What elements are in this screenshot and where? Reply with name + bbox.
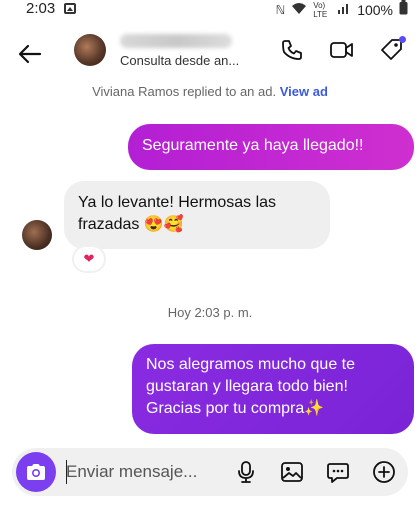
status-bar: 2:03 ℕ Vo) LTE 100% xyxy=(0,0,420,20)
contact-name-redacted[interactable] xyxy=(120,34,232,48)
voice-message-button[interactable] xyxy=(232,458,260,486)
battery-percent: 100% xyxy=(357,1,393,18)
message-input[interactable]: Enviar mensaje... xyxy=(66,462,197,482)
ad-reply-text: Viviana Ramos replied to an ad. xyxy=(92,84,277,99)
view-ad-link[interactable]: View ad xyxy=(280,84,328,99)
chat-header: Consulta desde an... xyxy=(0,26,420,80)
contact-avatar[interactable] xyxy=(74,34,106,66)
incoming-message[interactable]: Ya lo levante! Hermosas las frazadas 😍🥰 xyxy=(64,181,330,249)
labels-button[interactable] xyxy=(378,36,406,64)
composer-actions xyxy=(232,458,398,486)
timestamp-separator: Hoy 2:03 p. m. xyxy=(167,305,253,320)
message-text-line-3: Gracias por tu compra✨ xyxy=(146,400,325,417)
voice-call-button[interactable] xyxy=(278,36,306,64)
back-button[interactable] xyxy=(16,40,44,68)
heart-icon: ❤ xyxy=(83,251,95,266)
video-camera-icon xyxy=(330,42,353,58)
sender-avatar[interactable] xyxy=(22,220,52,250)
ad-reply-note: Viviana Ramos replied to an ad. View ad xyxy=(0,84,420,99)
network-label: Vo) LTE xyxy=(313,0,328,19)
microphone-icon xyxy=(238,461,254,483)
camera-icon xyxy=(27,464,45,480)
gallery-notification-icon xyxy=(64,3,76,14)
status-time: 2:03 xyxy=(26,0,56,17)
signal-icon xyxy=(337,1,351,19)
message-text-line-1: Ya lo levante! Hermosas las xyxy=(78,194,277,211)
header-actions xyxy=(278,36,406,64)
arrow-left-icon xyxy=(18,44,42,64)
plus-circle-icon xyxy=(373,461,395,483)
contact-subtitle: Consulta desde an... xyxy=(120,53,240,68)
more-options-button[interactable] xyxy=(370,458,398,486)
message-text-line-1: Nos alegramos mucho que te xyxy=(146,356,355,373)
camera-button[interactable] xyxy=(16,452,56,492)
video-call-button[interactable] xyxy=(328,36,356,64)
phone-icon xyxy=(282,40,302,60)
nfc-icon: ℕ xyxy=(275,2,286,17)
heart-reaction[interactable]: ❤ xyxy=(74,247,104,271)
status-right: ℕ Vo) LTE 100% xyxy=(276,0,408,19)
outgoing-message[interactable]: Nos alegramos mucho que te gustaran y ll… xyxy=(132,344,414,434)
outgoing-message[interactable]: Seguramente ya haya llegado!! xyxy=(128,124,414,170)
message-text-line-2: frazadas 😍🥰 xyxy=(78,216,184,233)
message-text: Seguramente ya haya llegado!! xyxy=(142,137,364,154)
gallery-button[interactable] xyxy=(278,458,306,486)
sticker-button[interactable] xyxy=(324,458,352,486)
notification-dot xyxy=(399,36,406,43)
chat-bubble-icon xyxy=(327,463,349,483)
message-text-line-2: gustaran y llegara todo bien! xyxy=(146,378,348,395)
message-composer: Enviar mensaje... xyxy=(12,448,408,496)
battery-icon xyxy=(399,0,408,19)
image-icon xyxy=(281,462,303,482)
wifi-icon xyxy=(291,1,307,19)
